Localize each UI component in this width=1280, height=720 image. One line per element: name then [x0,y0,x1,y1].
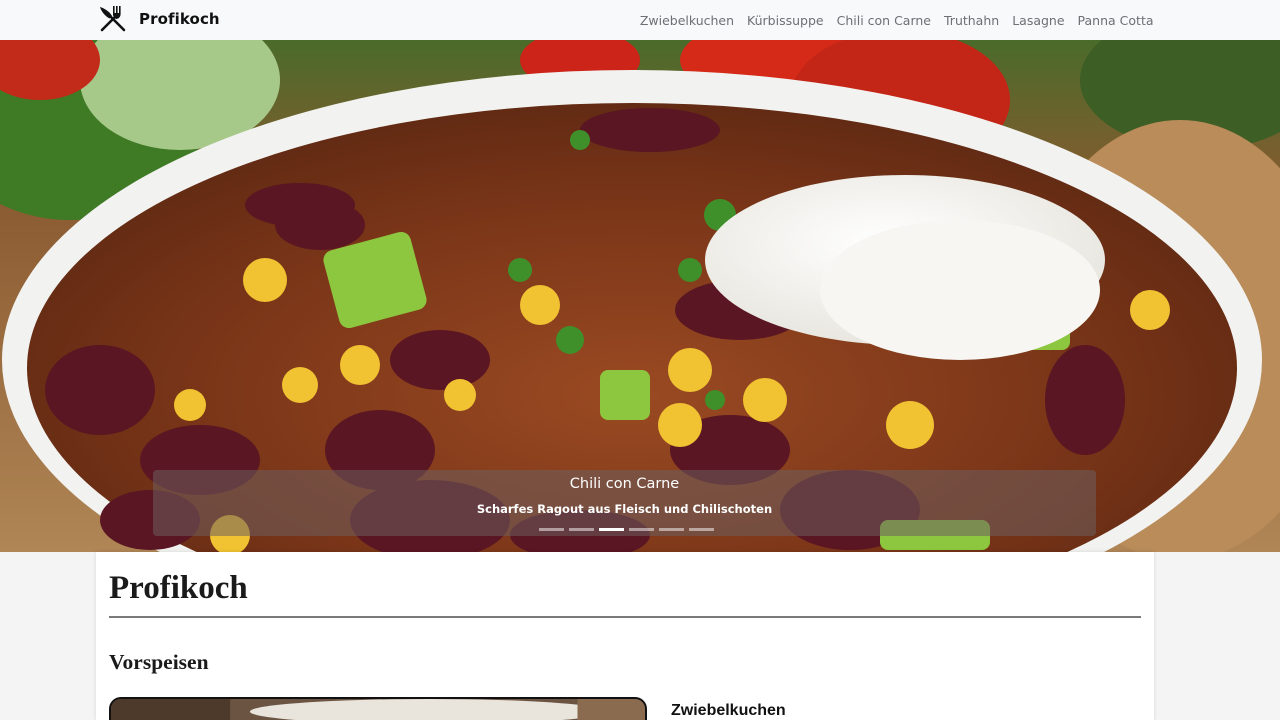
carousel-indicator-5[interactable] [659,528,684,531]
title-divider [109,616,1141,618]
carousel-indicator-4[interactable] [629,528,654,531]
carousel-indicator-3[interactable] [599,528,624,531]
nav-link-truthahn[interactable]: Truthahn [938,13,1006,28]
hero-carousel[interactable]: Chili con Carne Scharfes Ragout aus Flei… [0,40,1280,552]
fork-knife-icon [96,2,130,36]
navbar: Profikoch Zwiebelkuchen Kürbissuppe Chil… [0,0,1280,40]
caption-title: Chili con Carne [569,476,680,492]
caption-subtitle: Scharfes Ragout aus Fleisch und Chilisch… [476,502,773,516]
nav-links: Zwiebelkuchen Kürbissuppe Chili con Carn… [633,0,1160,40]
recipe-card-title[interactable]: Zwiebelkuchen [671,702,786,720]
brand-link[interactable]: Profikoch [96,1,220,37]
carousel-indicator-1[interactable] [539,528,564,531]
nav-link-chili-con-carne[interactable]: Chili con Carne [830,13,937,28]
section-title-vorspeisen: Vorspeisen [109,650,209,674]
carousel-indicator-6[interactable] [689,528,714,531]
carousel-caption: Chili con Carne Scharfes Ragout aus Flei… [153,470,1096,536]
nav-link-kuerbissuppe[interactable]: Kürbissuppe [741,13,831,28]
nav-link-zwiebelkuchen[interactable]: Zwiebelkuchen [633,13,740,28]
page-title: Profikoch [109,570,248,606]
nav-link-panna-cotta[interactable]: Panna Cotta [1071,13,1160,28]
carousel-indicator-2[interactable] [569,528,594,531]
brand-text: Profikoch [139,10,220,28]
main-content: Profikoch Vorspeisen Zwiebelkuchen [96,552,1154,720]
nav-link-lasagne[interactable]: Lasagne [1006,13,1071,28]
carousel-indicators [539,528,714,531]
recipe-card-image[interactable] [109,697,647,720]
